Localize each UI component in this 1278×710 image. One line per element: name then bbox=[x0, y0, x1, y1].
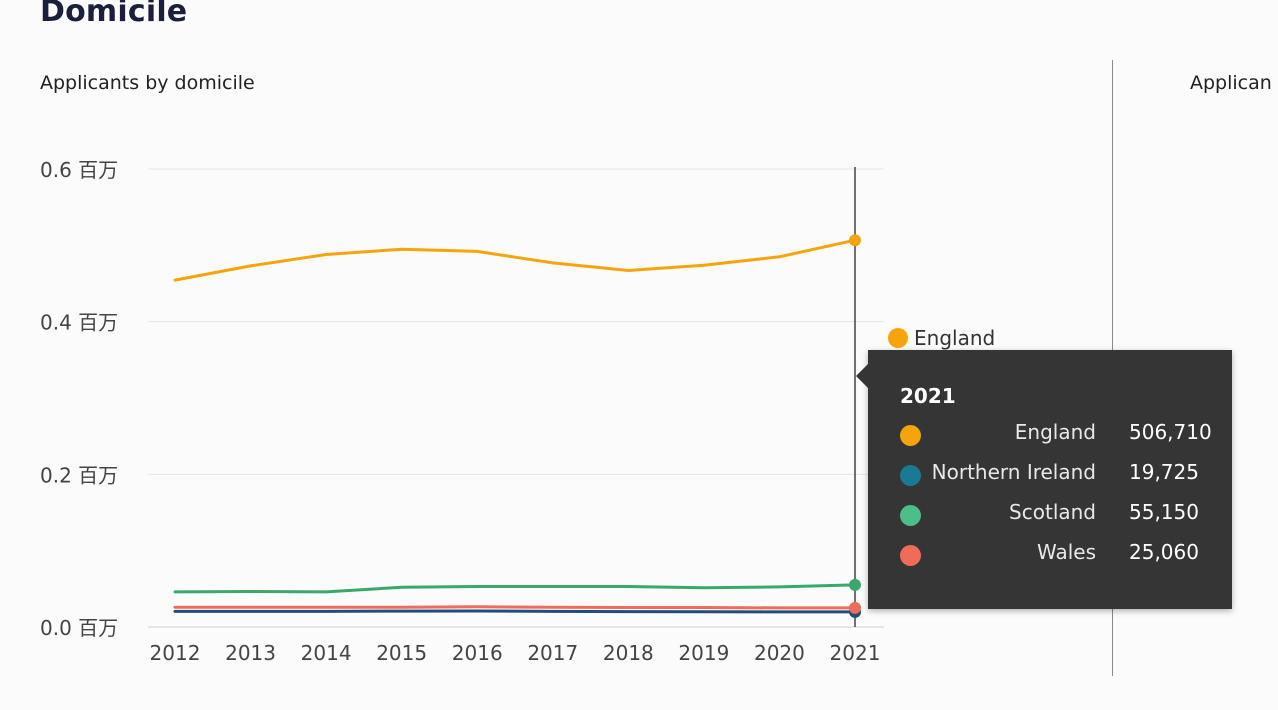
legend-item-england[interactable]: England bbox=[888, 326, 995, 350]
legend-dot-icon bbox=[888, 328, 908, 348]
x-tick-label: 2018 bbox=[603, 641, 654, 665]
series-lines bbox=[173, 238, 857, 614]
x-tick-label: 2016 bbox=[452, 641, 503, 665]
x-tick-label: 2017 bbox=[527, 641, 578, 665]
x-axis-ticks: 2012 2013 2014 2015 2016 2017 2018 2019 2020 2021 bbox=[150, 641, 881, 665]
series-line-england[interactable] bbox=[173, 238, 857, 282]
x-tick-label: 2014 bbox=[301, 641, 352, 665]
x-tick-label: 2020 bbox=[754, 641, 805, 665]
x-tick-label: 2012 bbox=[150, 641, 201, 665]
tooltip-value: 55,150 bbox=[1129, 500, 1199, 524]
tooltip-label: England bbox=[1014, 420, 1096, 444]
y-tick-label: 0.2 百万 bbox=[40, 463, 118, 487]
tooltip-value: 25,060 bbox=[1129, 540, 1199, 564]
tooltip-row-northern-ireland: Northern Ireland 19,725 bbox=[900, 460, 1220, 490]
tooltip-label: Northern Ireland bbox=[931, 460, 1096, 484]
y-tick-label: 0.4 百万 bbox=[40, 311, 118, 335]
tooltip-row-scotland: Scotland 55,150 bbox=[900, 500, 1220, 530]
series-dot-icon bbox=[900, 505, 921, 526]
tooltip-value: 19,725 bbox=[1129, 460, 1199, 484]
series-line-wales[interactable] bbox=[173, 605, 857, 610]
series-dot-icon bbox=[900, 465, 921, 486]
y-tick-label: 0.0 百万 bbox=[40, 616, 118, 640]
series-dot-icon bbox=[900, 425, 921, 446]
tooltip-label: Scotland bbox=[1009, 500, 1096, 524]
tooltip: 2021 England 506,710 Northern Ireland 19… bbox=[856, 350, 1232, 609]
tooltip-label: Wales bbox=[1036, 540, 1096, 564]
series-dot-icon bbox=[900, 545, 921, 566]
gridlines bbox=[148, 168, 884, 628]
tooltip-value: 506,710 bbox=[1129, 420, 1212, 444]
x-tick-label: 2021 bbox=[830, 641, 881, 665]
y-tick-label: 0.6 百万 bbox=[40, 158, 118, 182]
tooltip-row-england: England 506,710 bbox=[900, 420, 1220, 450]
tooltip-row-wales: Wales 25,060 bbox=[900, 540, 1220, 570]
y-axis-ticks: 0.0 百万 0.2 百万 0.4 百万 0.6 百万 bbox=[40, 158, 118, 640]
legend-label: England bbox=[914, 326, 996, 350]
x-tick-label: 2013 bbox=[225, 641, 276, 665]
series-line-scotland[interactable] bbox=[173, 583, 857, 594]
data-point-scotland[interactable] bbox=[849, 578, 861, 591]
data-point-england[interactable] bbox=[849, 234, 861, 247]
data-point-wales[interactable] bbox=[849, 601, 861, 614]
tooltip-title: 2021 bbox=[900, 384, 956, 408]
x-tick-label: 2019 bbox=[678, 641, 729, 665]
series-line-northern-ireland[interactable] bbox=[173, 609, 857, 614]
x-tick-label: 2015 bbox=[376, 641, 427, 665]
